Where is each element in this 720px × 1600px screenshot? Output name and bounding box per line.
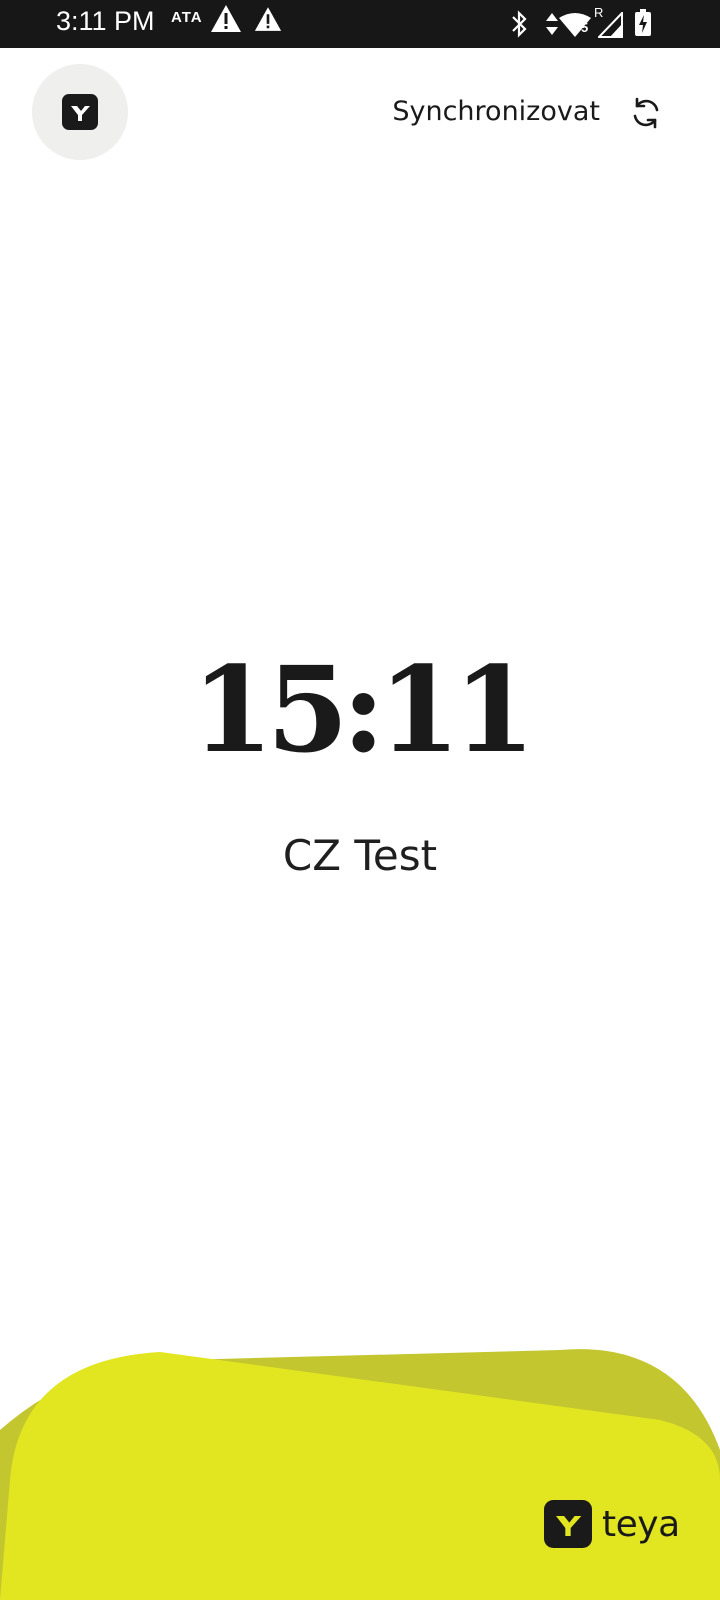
sync-button[interactable]: Synchronizovat (392, 92, 600, 132)
battery-charging-icon (635, 9, 651, 36)
clock-display: 15:11 (191, 640, 536, 779)
status-time: 3:11 PM (56, 6, 155, 36)
bluetooth-icon (512, 10, 527, 38)
status-carrier: ATA (171, 9, 203, 26)
merchant-name: CZ Test (282, 831, 438, 880)
teya-brand: teya (544, 1500, 680, 1548)
data-arrows-icon (546, 13, 558, 35)
teya-logo-button[interactable] (32, 64, 128, 160)
brand-name: teya (602, 1503, 680, 1545)
wifi-badge: 5 (581, 20, 589, 35)
teya-logo-icon (62, 94, 98, 130)
warning-icon (211, 5, 241, 32)
warning-icon (254, 7, 282, 31)
signal-icon (598, 12, 623, 38)
status-bar: 3:11 PM ATA 5 R (0, 0, 720, 48)
refresh-icon[interactable] (628, 95, 664, 131)
teya-logo-icon (544, 1500, 592, 1548)
footer-decoration (0, 1349, 720, 1600)
